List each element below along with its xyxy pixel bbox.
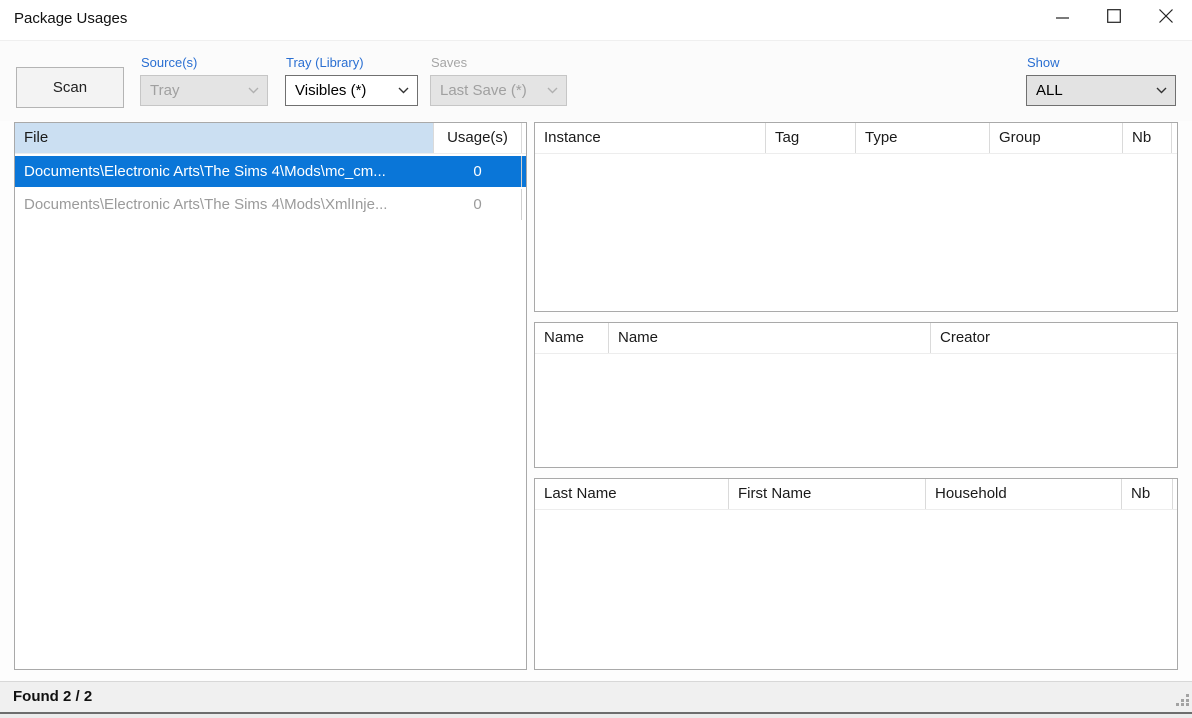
resize-grip-icon[interactable] bbox=[1176, 692, 1190, 711]
last-name-column-header[interactable]: Last Name bbox=[535, 479, 729, 509]
saves-dropdown-value: Last Save (*) bbox=[440, 82, 527, 99]
name-table-header: Name Name Creator bbox=[535, 323, 1177, 354]
file-cell: Documents\Electronic Arts\The Sims 4\Mod… bbox=[15, 196, 434, 213]
file-list-header: File Usage(s) bbox=[15, 123, 526, 154]
minimize-button[interactable] bbox=[1036, 0, 1088, 36]
name-column-header[interactable]: Name bbox=[535, 323, 609, 353]
tray-library-dropdown[interactable]: Visibles (*) bbox=[285, 75, 418, 106]
file-row-selected[interactable]: Documents\Electronic Arts\The Sims 4\Mod… bbox=[15, 156, 526, 187]
scan-button[interactable]: Scan bbox=[16, 67, 124, 108]
sims-table-panel: Last Name First Name Household Nb bbox=[534, 478, 1178, 670]
caption-buttons bbox=[1036, 0, 1192, 36]
group-column-header[interactable]: Group bbox=[990, 123, 1123, 153]
instance-table-panel: Instance Tag Type Group Nb bbox=[534, 122, 1178, 312]
maximize-icon bbox=[1107, 9, 1121, 28]
file-list-panel: File Usage(s) Documents\Electronic Arts\… bbox=[14, 122, 527, 670]
usage-cell: 0 bbox=[434, 156, 522, 187]
chevron-down-icon bbox=[248, 87, 259, 94]
show-dropdown[interactable]: ALL bbox=[1026, 75, 1176, 106]
name-table-panel: Name Name Creator bbox=[534, 322, 1178, 468]
sources-label: Source(s) bbox=[141, 55, 197, 70]
chevron-down-icon bbox=[398, 87, 409, 94]
minimize-icon bbox=[1056, 9, 1069, 27]
package-usages-window: Package Usages Scan Source(s) T bbox=[0, 0, 1192, 718]
title-bar: Package Usages bbox=[0, 0, 1192, 40]
window-bottom-edge bbox=[0, 714, 1192, 718]
saves-label: Saves bbox=[431, 55, 467, 70]
sources-dropdown-value: Tray bbox=[150, 82, 179, 99]
instance-column-header[interactable]: Instance bbox=[535, 123, 766, 153]
first-name-column-header[interactable]: First Name bbox=[729, 479, 926, 509]
creator-column-header[interactable]: Creator bbox=[931, 323, 1177, 353]
tray-library-label: Tray (Library) bbox=[286, 55, 364, 70]
window-title: Package Usages bbox=[14, 0, 127, 38]
instance-table-header: Instance Tag Type Group Nb bbox=[535, 123, 1177, 154]
close-icon bbox=[1159, 9, 1173, 28]
nb-column-header[interactable]: Nb bbox=[1123, 123, 1172, 153]
tag-column-header[interactable]: Tag bbox=[766, 123, 856, 153]
status-text: Found 2 / 2 bbox=[13, 682, 92, 712]
toolbar: Scan Source(s) Tray Tray (Library) Visib… bbox=[0, 40, 1192, 121]
tray-library-dropdown-value: Visibles (*) bbox=[295, 82, 366, 99]
status-bar: Found 2 / 2 bbox=[0, 681, 1192, 713]
file-cell: Documents\Electronic Arts\The Sims 4\Mod… bbox=[15, 163, 434, 180]
chevron-down-icon bbox=[1156, 87, 1167, 94]
sims-table-header: Last Name First Name Household Nb bbox=[535, 479, 1177, 510]
usages-column-header[interactable]: Usage(s) bbox=[434, 123, 522, 153]
maximize-button[interactable] bbox=[1088, 0, 1140, 36]
saves-dropdown: Last Save (*) bbox=[430, 75, 567, 106]
household-column-header[interactable]: Household bbox=[926, 479, 1122, 509]
file-row[interactable]: Documents\Electronic Arts\The Sims 4\Mod… bbox=[15, 189, 526, 220]
close-button[interactable] bbox=[1140, 0, 1192, 36]
name2-column-header[interactable]: Name bbox=[609, 323, 931, 353]
sources-dropdown: Tray bbox=[140, 75, 268, 106]
show-dropdown-value: ALL bbox=[1036, 82, 1063, 99]
file-column-header[interactable]: File bbox=[15, 123, 434, 153]
type-column-header[interactable]: Type bbox=[856, 123, 990, 153]
file-list-body: Documents\Electronic Arts\The Sims 4\Mod… bbox=[15, 156, 526, 220]
nb2-column-header[interactable]: Nb bbox=[1122, 479, 1173, 509]
chevron-down-icon bbox=[547, 87, 558, 94]
usage-cell: 0 bbox=[434, 189, 522, 220]
show-label: Show bbox=[1027, 55, 1060, 70]
